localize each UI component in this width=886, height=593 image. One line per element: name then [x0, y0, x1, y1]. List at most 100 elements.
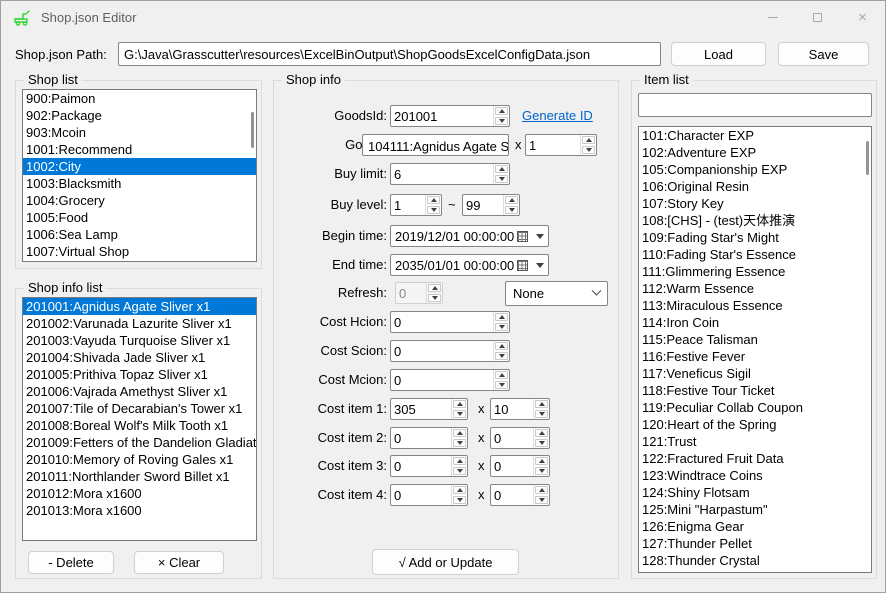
scrollbar-thumb[interactable] — [866, 141, 869, 175]
cost-item-2-id-spinner[interactable]: 0 — [390, 427, 468, 449]
list-item[interactable]: 117:Veneficus Sigil — [639, 365, 871, 382]
save-button[interactable]: Save — [778, 42, 869, 66]
dropdown-arrow-icon[interactable] — [536, 234, 544, 239]
list-item[interactable]: 111:Glimmering Essence — [639, 263, 871, 280]
list-item[interactable]: 201003:Vayuda Turquoise Sliver x1 — [23, 332, 256, 349]
cost-item-1-count-spinner[interactable]: 10 — [490, 398, 550, 420]
spinner-arrows-icon[interactable] — [533, 428, 549, 448]
list-item[interactable]: 102:Adventure EXP — [639, 144, 871, 161]
list-item[interactable]: 106:Original Resin — [639, 178, 871, 195]
buy-level-max-spinner[interactable]: 99 — [462, 194, 520, 216]
list-item[interactable]: 201007:Tile of Decarabian's Tower x1 — [23, 400, 256, 417]
list-item[interactable]: 105:Companionship EXP — [639, 161, 871, 178]
spinner-arrows-icon[interactable] — [533, 399, 549, 419]
list-item[interactable]: 112:Warm Essence — [639, 280, 871, 297]
spinner-arrows-icon[interactable] — [533, 485, 549, 505]
buy-limit-spinner[interactable]: 6 — [390, 163, 510, 185]
list-item[interactable]: 201013:Mora x1600 — [23, 502, 256, 519]
cost-item-1-id-spinner[interactable]: 305 — [390, 398, 468, 420]
spinner-arrows-icon[interactable] — [451, 456, 467, 476]
dropdown-arrow-icon[interactable] — [536, 263, 544, 268]
spinner-arrows-icon[interactable] — [493, 106, 509, 126]
list-item[interactable]: 123:Windtrace Coins — [639, 467, 871, 484]
end-time-picker[interactable]: 2035/01/01 00:00:00 — [390, 254, 549, 276]
close-button[interactable]: × — [840, 1, 885, 33]
generate-id-link[interactable]: Generate ID — [522, 105, 593, 127]
list-item[interactable]: 121:Trust — [639, 433, 871, 450]
add-or-update-button[interactable]: √ Add or Update — [372, 549, 519, 575]
spinner-arrows-icon[interactable] — [533, 456, 549, 476]
goodsid-spinner[interactable]: 201001 — [390, 105, 510, 127]
list-item[interactable]: 1004:Grocery — [23, 192, 256, 209]
list-item[interactable]: 107:Story Key — [639, 195, 871, 212]
cost-item-4-id-spinner[interactable]: 0 — [390, 484, 468, 506]
list-item[interactable]: 201004:Shivada Jade Sliver x1 — [23, 349, 256, 366]
buy-level-min-spinner[interactable]: 1 — [390, 194, 442, 216]
list-item[interactable]: 115:Peace Talisman — [639, 331, 871, 348]
spinner-arrows-icon[interactable] — [425, 195, 441, 215]
goods-count-spinner[interactable]: 1 — [525, 134, 597, 156]
list-item[interactable]: 1006:Sea Lamp — [23, 226, 256, 243]
load-button[interactable]: Load — [671, 42, 766, 66]
list-item[interactable]: 108:[CHS] - (test)天体推演 — [639, 212, 871, 229]
list-item[interactable]: 902:Package — [23, 107, 256, 124]
cost-item-3-count-spinner[interactable]: 0 — [490, 455, 550, 477]
goods-input[interactable]: 104111:Agnidus Agate Sliver — [362, 134, 509, 156]
list-item[interactable]: 128:Thunder Crystal — [639, 552, 871, 569]
list-item[interactable]: 201001:Agnidus Agate Sliver x1 — [23, 298, 256, 315]
list-item[interactable]: 110:Fading Star's Essence — [639, 246, 871, 263]
list-item[interactable]: 201005:Prithiva Topaz Sliver x1 — [23, 366, 256, 383]
list-item[interactable]: 1005:Food — [23, 209, 256, 226]
spinner-arrows-icon[interactable] — [493, 341, 509, 361]
spinner-arrows-icon[interactable] — [503, 195, 519, 215]
list-item[interactable]: 124:Shiny Flotsam — [639, 484, 871, 501]
list-item[interactable]: 101:Character EXP — [639, 127, 871, 144]
clear-button[interactable]: × Clear — [134, 551, 224, 574]
list-item[interactable]: 119:Peculiar Collab Coupon — [639, 399, 871, 416]
list-item[interactable]: 201002:Varunada Lazurite Sliver x1 — [23, 315, 256, 332]
shop-listbox[interactable]: 900:Paimon902:Package903:Mcoin1001:Recom… — [22, 89, 257, 262]
list-item[interactable]: 201011:Northlander Sword Billet x1 — [23, 468, 256, 485]
spinner-arrows-icon[interactable] — [451, 399, 467, 419]
list-item[interactable]: 120:Heart of the Spring — [639, 416, 871, 433]
list-item[interactable]: 1003:Blacksmith — [23, 175, 256, 192]
cost-item-2-count-spinner[interactable]: 0 — [490, 427, 550, 449]
item-search-input[interactable] — [638, 93, 872, 117]
list-item[interactable]: 201010:Memory of Roving Gales x1 — [23, 451, 256, 468]
list-item[interactable]: 201009:Fetters of the Dandelion Gladiato… — [23, 434, 256, 451]
list-item[interactable]: 113:Miraculous Essence — [639, 297, 871, 314]
begin-time-picker[interactable]: 2019/12/01 00:00:00 — [390, 225, 549, 247]
list-item[interactable]: 900:Paimon — [23, 90, 256, 107]
cost-hcion-spinner[interactable]: 0 — [390, 311, 510, 333]
spinner-arrows-icon[interactable] — [451, 485, 467, 505]
refresh-mode-dropdown[interactable]: None — [505, 281, 608, 306]
spinner-arrows-icon[interactable] — [493, 370, 509, 390]
spinner-arrows-icon[interactable] — [493, 312, 509, 332]
list-item[interactable]: 1002:City — [23, 158, 256, 175]
spinner-arrows-icon[interactable] — [580, 135, 596, 155]
cost-item-4-count-spinner[interactable]: 0 — [490, 484, 550, 506]
list-item[interactable]: 201012:Mora x1600 — [23, 485, 256, 502]
list-item[interactable]: 118:Festive Tour Ticket — [639, 382, 871, 399]
item-listbox[interactable]: 101:Character EXP102:Adventure EXP105:Co… — [638, 126, 872, 573]
list-item[interactable]: 125:Mini "Harpastum" — [639, 501, 871, 518]
maximize-button[interactable] — [795, 1, 840, 33]
list-item[interactable]: 1007:Virtual Shop — [23, 243, 256, 260]
delete-button[interactable]: - Delete — [28, 551, 114, 574]
list-item[interactable]: 116:Festive Fever — [639, 348, 871, 365]
list-item[interactable]: 109:Fading Star's Might — [639, 229, 871, 246]
spinner-arrows-icon[interactable] — [451, 428, 467, 448]
list-item[interactable]: 114:Iron Coin — [639, 314, 871, 331]
scrollbar-thumb[interactable] — [251, 112, 254, 148]
list-item[interactable]: 1001:Recommend — [23, 141, 256, 158]
list-item[interactable]: 122:Fractured Fruit Data — [639, 450, 871, 467]
list-item[interactable]: 127:Thunder Pellet — [639, 535, 871, 552]
list-item[interactable]: 201008:Boreal Wolf's Milk Tooth x1 — [23, 417, 256, 434]
list-item[interactable]: 126:Enigma Gear — [639, 518, 871, 535]
cost-scion-spinner[interactable]: 0 — [390, 340, 510, 362]
path-input[interactable] — [118, 42, 661, 66]
cost-item-3-id-spinner[interactable]: 0 — [390, 455, 468, 477]
list-item[interactable]: 903:Mcoin — [23, 124, 256, 141]
list-item[interactable]: 201006:Vajrada Amethyst Sliver x1 — [23, 383, 256, 400]
cost-mcion-spinner[interactable]: 0 — [390, 369, 510, 391]
